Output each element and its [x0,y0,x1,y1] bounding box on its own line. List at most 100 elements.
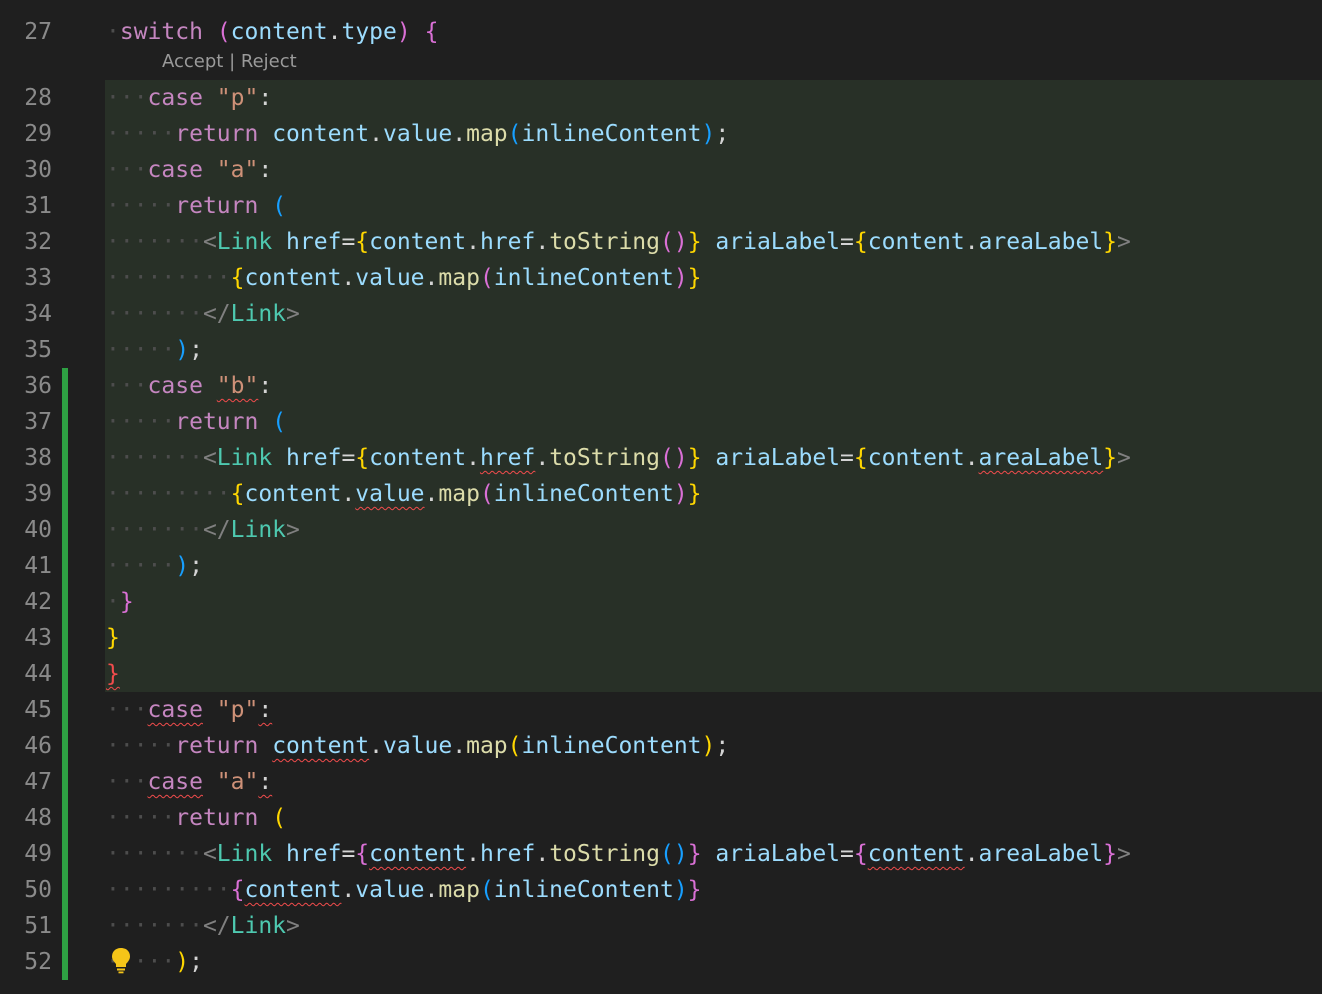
code-token: . [535,229,549,255]
code-text: ···case "p": [106,80,272,116]
code-token: value [383,733,452,759]
code-token: . [466,445,480,471]
code-token: case [148,697,203,723]
code-token: ; [189,337,203,363]
code-token: { [854,229,868,255]
code-line[interactable]: 46·····return content.value.map(inlineCo… [0,728,1322,764]
code-text: } [106,620,120,656]
code-token: { [231,877,245,903]
line-number: 35 [0,332,52,368]
code-token: : [258,85,272,111]
code-token: { [355,841,369,867]
code-line[interactable]: 31·····return ( [0,188,1322,224]
whitespace-marker: ······· [106,301,203,327]
code-line[interactable]: 34·······</Link> [0,296,1322,332]
whitespace-marker: ····· [106,121,175,147]
code-line[interactable]: 52·····); [0,944,1322,980]
code-token: } [1103,841,1117,867]
code-line[interactable]: 32·······<Link href={content.href.toStri… [0,224,1322,260]
code-token: content [244,877,341,903]
code-token [203,19,217,45]
code-token: = [840,445,854,471]
code-line[interactable]: 39·········{content.value.map(inlineCont… [0,476,1322,512]
code-token: . [466,841,480,867]
code-token: ) [702,121,716,147]
code-token: content [244,481,341,507]
code-token: inlineContent [494,265,674,291]
code-token: > [286,913,300,939]
code-token: inlineContent [522,121,702,147]
code-token: content [868,841,965,867]
line-number: 44 [0,656,52,692]
code-token: > [1117,841,1131,867]
code-token: . [341,877,355,903]
code-line[interactable]: 44} [0,656,1322,692]
code-line[interactable]: 37·····return ( [0,404,1322,440]
code-token: . [425,877,439,903]
code-token: } [106,625,120,651]
code-token: toString [549,841,660,867]
code-text: ···case "p": [106,692,272,728]
code-token: value [355,877,424,903]
code-line[interactable]: 28 ···case "p": [0,80,1322,116]
code-token: < [203,229,217,255]
code-token: Link [217,229,272,255]
code-text: ·······</Link> [106,512,300,548]
code-token: . [535,445,549,471]
whitespace-marker: ······· [106,841,203,867]
code-token: href [286,841,341,867]
reject-link[interactable]: Reject [241,51,297,72]
code-line[interactable]: 41·····); [0,548,1322,584]
lightbulb-icon[interactable] [110,946,132,974]
code-token: } [106,661,120,687]
whitespace-marker: ····· [106,193,175,219]
line-number: 27 [0,14,52,50]
line-number: 28 [0,80,52,116]
code-token: "a" [217,769,259,795]
code-token: . [535,841,549,867]
code-line[interactable]: 30···case "a": [0,152,1322,188]
line-number: 48 [0,800,52,836]
code-token: map [438,481,480,507]
code-line[interactable]: 47···case "a": [0,764,1322,800]
code-token: ; [189,553,203,579]
code-token: toString [549,229,660,255]
code-line[interactable]: 48·····return ( [0,800,1322,836]
code-line[interactable]: 49·······<Link href={content.href.toStri… [0,836,1322,872]
code-token: return [175,805,258,831]
whitespace-marker: ······· [106,229,203,255]
code-token: . [341,481,355,507]
code-token: ; [715,733,729,759]
code-line[interactable]: 50·········{content.value.map(inlineCont… [0,872,1322,908]
code-token [702,445,716,471]
code-editor[interactable]: Accept | Reject 27·switch (content.type)… [0,0,1322,994]
code-line[interactable]: 40 ·······</Link> [0,512,1322,548]
whitespace-marker: ··· [106,697,148,723]
whitespace-marker: ····· [106,337,175,363]
code-token: value [355,265,424,291]
code-token: > [1117,229,1131,255]
code-token: href [480,841,535,867]
code-line[interactable]: 51·······</Link> [0,908,1322,944]
accept-link[interactable]: Accept [162,51,223,72]
line-number: 42 [0,584,52,620]
code-token: type [341,19,396,45]
code-line[interactable]: 43} [0,620,1322,656]
code-line[interactable]: 29·····return content.value.map(inlineCo… [0,116,1322,152]
code-line[interactable]: 45···case "p": [0,692,1322,728]
code-token: > [286,517,300,543]
code-line[interactable]: 36···case "b": [0,368,1322,404]
code-token: > [286,301,300,327]
code-text: ·····); [106,548,203,584]
line-number: 40 [0,512,52,548]
code-line[interactable]: 27·switch (content.type) { [0,14,1322,50]
code-line[interactable]: 33·········{content.value.map(inlineCont… [0,260,1322,296]
code-token: . [965,445,979,471]
code-token: content [369,841,466,867]
code-token: </ [203,913,231,939]
code-line[interactable]: 35·····); [0,332,1322,368]
code-token: return [175,733,258,759]
code-line[interactable]: 42·} [0,584,1322,620]
code-token: } [120,589,134,615]
code-line[interactable]: 38·······<Link href={content.href.toStri… [0,440,1322,476]
